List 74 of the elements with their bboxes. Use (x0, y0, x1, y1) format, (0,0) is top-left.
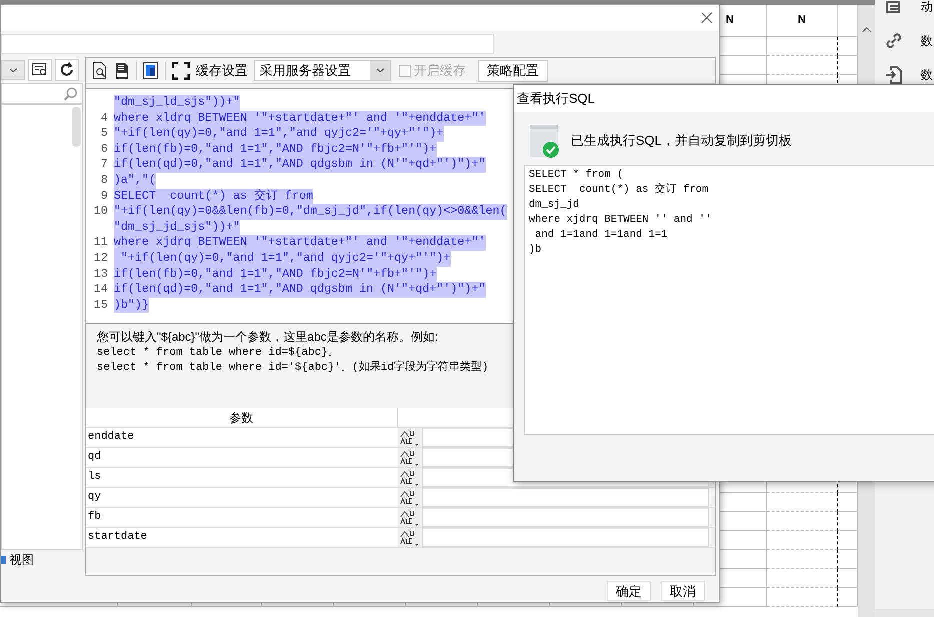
param-name-cell: fb (86, 508, 398, 527)
type-icon[interactable] (400, 448, 420, 466)
link-icon[interactable] (885, 32, 903, 50)
line-number: 10 (92, 204, 109, 220)
param-name-cell: qd (86, 448, 398, 467)
type-icon[interactable] (400, 428, 420, 446)
line-number: 9 (100, 188, 109, 204)
close-icon[interactable] (701, 12, 713, 24)
refresh-button[interactable] (55, 59, 79, 81)
sheet-cell (767, 493, 838, 512)
sheet-cell (767, 588, 838, 607)
sheet-cell (767, 531, 838, 550)
view-label[interactable]: 视图 (10, 551, 34, 569)
panel-item-label[interactable]: 动 (921, 0, 933, 16)
sheet-cell (767, 512, 838, 531)
search-icon (64, 86, 78, 100)
fullscreen-icon[interactable] (172, 62, 190, 80)
type-icon[interactable] (400, 488, 420, 506)
panel-item-label[interactable]: 数 (921, 32, 933, 50)
scrollbar[interactable] (72, 107, 81, 147)
type-icon[interactable] (400, 508, 420, 526)
line-number: 15 (92, 298, 109, 314)
dialog-button[interactable]: 确定 (607, 581, 651, 601)
page-icon[interactable] (143, 62, 159, 80)
sheet-cell (767, 37, 838, 56)
param-name-cell: enddate (86, 428, 398, 447)
column-header: 参数 (86, 408, 398, 427)
preview-icon[interactable] (92, 62, 108, 80)
help-text: select * from table where id='${abc}'。(如果id字段为字符串类型) (97, 361, 490, 376)
help-text: 您可以键入"${abc}"做为一个参数，这里abc是参数的名称。例如: (97, 330, 440, 346)
param-value-field[interactable] (422, 508, 709, 527)
settings-button[interactable] (28, 59, 52, 81)
line-number: 8 (100, 172, 109, 189)
column-header[interactable]: N (767, 5, 838, 36)
param-name-cell: ls (86, 468, 398, 487)
line-number: 7 (100, 157, 109, 173)
policy-button[interactable]: 策略配置 (478, 60, 548, 82)
line-number: 5 (100, 126, 109, 142)
document-gear-icon (32, 63, 48, 77)
caret-icon (8, 68, 18, 72)
line-number: 6 (100, 142, 109, 158)
import-icon[interactable] (885, 65, 903, 85)
sheet-cell (767, 550, 838, 569)
dialog-title: 查看执行SQL (517, 90, 596, 108)
help-text: select * from table where id=${abc}。 (97, 346, 340, 360)
dialog-button[interactable]: 取消 (661, 581, 705, 601)
status-message: 已生成执行SQL，并自动复制到剪切板 (571, 132, 792, 150)
line-number: 4 (100, 110, 109, 126)
document-icon[interactable] (885, 0, 903, 14)
line-number: 14 (92, 282, 109, 298)
scroll-up-icon[interactable] (862, 27, 872, 33)
sheet-cell (767, 569, 838, 588)
grid-icon (1, 555, 7, 565)
path-field[interactable] (1, 34, 494, 54)
sql-text: SELECT * from ( SELECT count(*) as 交订 from dm_sj_jd where xjdrq BETWEEN '' and '' and 1=1and 1=1and 1=1 )b (529, 168, 713, 258)
search-field[interactable] (1, 83, 83, 104)
type-icon[interactable] (400, 528, 420, 546)
success-icon (530, 124, 561, 158)
type-icon[interactable] (400, 468, 420, 486)
panel-item-label[interactable]: 数 (921, 66, 933, 84)
cache-select[interactable]: 采用服务器设置 (254, 60, 391, 81)
sql-file-icon[interactable] (114, 62, 130, 80)
param-value-field[interactable] (422, 528, 709, 547)
cache-settings-label: 缓存设置 (196, 62, 248, 80)
caret-icon (376, 68, 384, 73)
line-number: 12 (92, 250, 109, 267)
line-number: 11 (92, 235, 109, 251)
sql-text-area[interactable]: SELECT * from ( SELECT count(*) as 交订 from dm_sj_jd where xjdrq BETWEEN '' and '' and 1=1and 1=1and 1=1 )b (524, 165, 934, 435)
refresh-icon (59, 62, 75, 78)
cache-checkbox-label: 开启缓存 (414, 62, 466, 80)
param-value-field[interactable] (422, 488, 709, 507)
param-name-cell: startdate (86, 528, 398, 547)
line-number: 13 (92, 266, 109, 282)
param-name-cell: qy (86, 488, 398, 507)
